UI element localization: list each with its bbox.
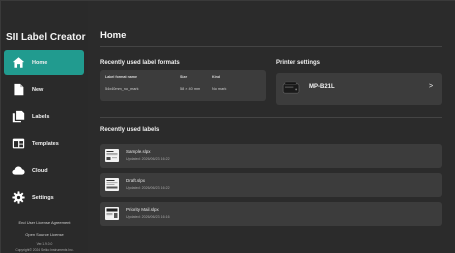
label-updated-date: Updated: 2026/06/23 16:22 xyxy=(126,157,170,161)
printer-icon xyxy=(282,81,300,94)
page-title: Home xyxy=(100,30,127,41)
label-file-name: Sample.slpx xyxy=(126,149,151,154)
label-updated-date: Updated: 2026/06/23 16:16 xyxy=(126,215,170,219)
open-source-link[interactable]: Open Source License xyxy=(1,232,88,237)
column-header-kind: Kind xyxy=(212,75,220,79)
format-kind-cell: No mark xyxy=(212,87,227,91)
list-item[interactable]: Sample.slpx Updated: 2026/06/23 16:22 xyxy=(100,144,442,168)
version-text: Ver.1.9.0.0 xyxy=(36,242,53,246)
app-window: SII Label Creator Home New Labels Templa… xyxy=(0,0,455,253)
chevron-right-icon: > xyxy=(429,83,434,90)
copyright-text: Copyright© 2024 Seiko Instruments Inc. xyxy=(15,248,74,252)
main-content: Home Recently used label formats Label f… xyxy=(88,1,455,253)
home-icon xyxy=(12,57,25,68)
recent-formats-table: Label format name Size Kind 54x40mm_no_m… xyxy=(100,70,266,101)
column-header-size: Size xyxy=(180,75,188,79)
sidebar-item-settings[interactable]: Settings xyxy=(4,185,84,210)
label-thumbnail xyxy=(105,149,119,162)
sidebar-item-label: Cloud xyxy=(32,167,48,174)
divider xyxy=(100,46,442,47)
sidebar-item-cloud[interactable]: Cloud xyxy=(4,158,84,183)
sidebar-item-home[interactable]: Home xyxy=(4,50,84,75)
eula-link[interactable]: End User License Agreement xyxy=(1,220,88,225)
sidebar-item-labels[interactable]: Labels xyxy=(4,104,84,129)
sidebar-item-label: Templates xyxy=(32,140,59,147)
format-name-cell: 54x40mm_no_mark xyxy=(105,87,139,91)
printer-settings-card[interactable]: MP-B21L > xyxy=(276,73,442,105)
sidebar-item-templates[interactable]: Templates xyxy=(4,131,84,156)
sidebar: SII Label Creator Home New Labels Templa… xyxy=(1,1,88,253)
label-updated-date: Updated: 2026/06/23 16:22 xyxy=(126,186,170,190)
list-item[interactable]: Priority Mail.slpx Updated: 2026/06/23 1… xyxy=(100,202,442,226)
printer-name: MP-B21L xyxy=(309,84,335,90)
recent-labels-title: Recently used labels xyxy=(100,127,160,133)
labels-icon xyxy=(12,110,25,123)
sidebar-item-label: Home xyxy=(32,59,48,66)
table-row[interactable]: 54x40mm_no_mark 58 × 40 mm No mark xyxy=(100,85,266,97)
list-item[interactable]: Draft.slpx Updated: 2026/06/23 16:22 xyxy=(100,173,442,197)
divider xyxy=(100,117,442,118)
sidebar-item-label: Settings xyxy=(32,194,54,201)
sidebar-item-label: New xyxy=(32,86,44,93)
format-size-cell: 58 × 40 mm xyxy=(180,87,201,91)
table-header: Label format name Size Kind xyxy=(100,73,266,81)
cloud-icon xyxy=(12,166,25,175)
label-thumbnail xyxy=(105,207,119,220)
label-thumbnail xyxy=(105,178,119,191)
sidebar-item-label: Labels xyxy=(32,113,50,120)
app-title: SII Label Creator xyxy=(6,32,86,43)
printer-settings-title: Printer settings xyxy=(276,60,321,66)
sidebar-item-new[interactable]: New xyxy=(4,77,84,102)
recent-formats-title: Recently used label formats xyxy=(100,60,180,66)
label-file-name: Draft.slpx xyxy=(126,178,146,183)
column-header-name: Label format name xyxy=(105,75,137,79)
new-document-icon xyxy=(14,83,24,96)
templates-icon xyxy=(12,138,25,149)
gear-icon xyxy=(12,191,25,204)
label-file-name: Priority Mail.slpx xyxy=(126,207,159,212)
